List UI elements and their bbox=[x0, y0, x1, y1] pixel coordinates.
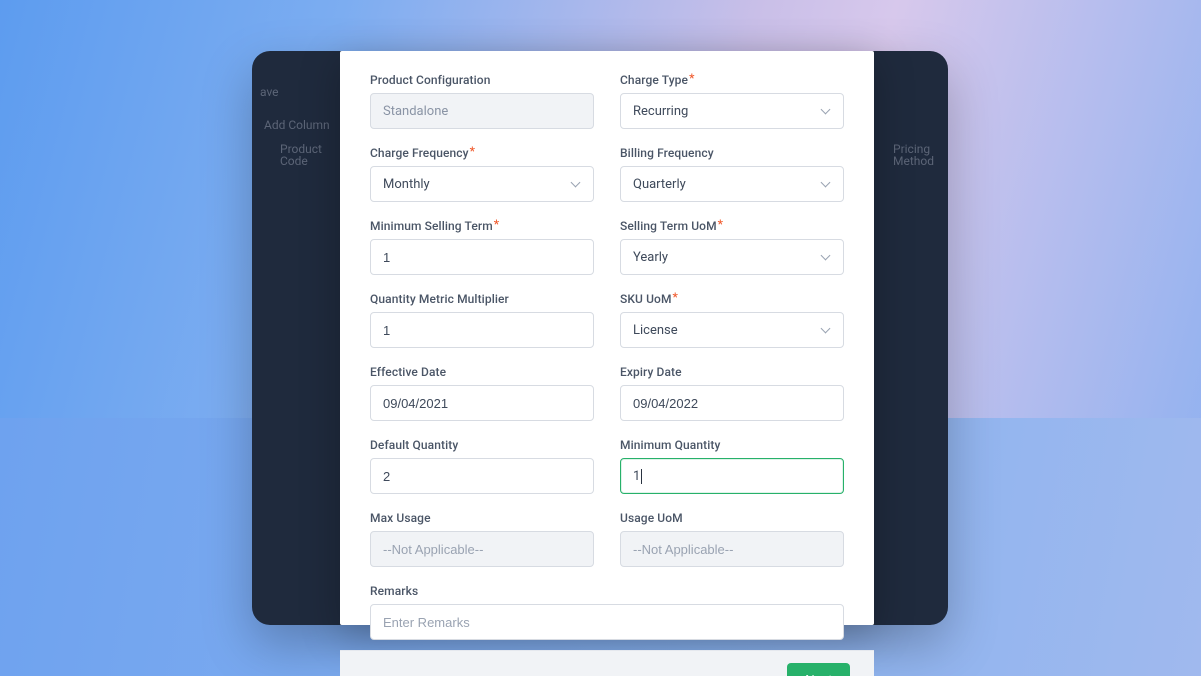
input-max-usage bbox=[370, 531, 594, 567]
label-qty-metric-multiplier: Quantity Metric Multiplier bbox=[370, 292, 594, 306]
label-product-configuration: Product Configuration bbox=[370, 73, 594, 87]
value-remarks[interactable] bbox=[383, 615, 831, 630]
label-charge-frequency: Charge Frequency* bbox=[370, 146, 594, 160]
field-qty-metric-multiplier: Quantity Metric Multiplier bbox=[370, 292, 594, 348]
field-remarks: Remarks bbox=[370, 584, 844, 640]
value-charge-frequency: Monthly bbox=[383, 177, 430, 192]
value-qty-metric-multiplier[interactable] bbox=[383, 323, 581, 338]
field-effective-date: Effective Date bbox=[370, 365, 594, 421]
next-button[interactable]: Next bbox=[787, 663, 850, 676]
label-effective-date: Effective Date bbox=[370, 365, 594, 379]
value-product-configuration: Standalone bbox=[383, 104, 448, 119]
text-caret bbox=[641, 469, 642, 484]
input-qty-metric-multiplier[interactable] bbox=[370, 312, 594, 348]
chevron-down-icon bbox=[821, 106, 831, 116]
label-remarks: Remarks bbox=[370, 584, 844, 598]
chevron-down-icon bbox=[571, 179, 581, 189]
input-default-quantity[interactable] bbox=[370, 458, 594, 494]
product-form-modal: Product Configuration Standalone Charge … bbox=[340, 51, 874, 625]
select-billing-frequency[interactable]: Quarterly bbox=[620, 166, 844, 202]
label-expiry-date: Expiry Date bbox=[620, 365, 844, 379]
select-charge-frequency[interactable]: Monthly bbox=[370, 166, 594, 202]
field-default-quantity: Default Quantity bbox=[370, 438, 594, 494]
value-default-quantity[interactable] bbox=[383, 469, 581, 484]
field-billing-frequency: Billing Frequency Quarterly bbox=[620, 146, 844, 202]
chevron-down-icon bbox=[821, 252, 831, 262]
chevron-down-icon bbox=[821, 325, 831, 335]
label-sku-uom: SKU UoM* bbox=[620, 292, 844, 306]
input-minimum-quantity[interactable]: 1 bbox=[620, 458, 844, 494]
label-charge-type: Charge Type* bbox=[620, 73, 844, 87]
field-max-usage: Max Usage bbox=[370, 511, 594, 567]
bg-add-column[interactable]: Add Column bbox=[264, 118, 330, 132]
input-product-configuration: Standalone bbox=[370, 93, 594, 129]
select-charge-type[interactable]: Recurring bbox=[620, 93, 844, 129]
bg-col-pricing-method: Pricing Method bbox=[893, 143, 934, 167]
select-selling-term-uom[interactable]: Yearly bbox=[620, 239, 844, 275]
value-max-usage bbox=[383, 542, 581, 557]
field-charge-frequency: Charge Frequency* Monthly bbox=[370, 146, 594, 202]
select-usage-uom bbox=[620, 531, 844, 567]
value-charge-type: Recurring bbox=[633, 104, 688, 119]
field-product-configuration: Product Configuration Standalone bbox=[370, 73, 594, 129]
label-default-quantity: Default Quantity bbox=[370, 438, 594, 452]
value-selling-term-uom: Yearly bbox=[633, 250, 668, 265]
value-expiry-date[interactable] bbox=[633, 396, 831, 411]
field-expiry-date: Expiry Date bbox=[620, 365, 844, 421]
field-minimum-quantity: Minimum Quantity 1 bbox=[620, 438, 844, 494]
input-min-selling-term[interactable] bbox=[370, 239, 594, 275]
field-sku-uom: SKU UoM* License bbox=[620, 292, 844, 348]
value-min-selling-term[interactable] bbox=[383, 250, 581, 265]
input-effective-date[interactable] bbox=[370, 385, 594, 421]
label-usage-uom: Usage UoM bbox=[620, 511, 844, 525]
field-usage-uom: Usage UoM bbox=[620, 511, 844, 567]
value-sku-uom: License bbox=[633, 323, 678, 338]
bg-col-product-code: Product Code bbox=[280, 143, 322, 167]
value-minimum-quantity: 1 bbox=[633, 469, 640, 484]
input-remarks[interactable] bbox=[370, 604, 844, 640]
value-effective-date[interactable] bbox=[383, 396, 581, 411]
label-selling-term-uom: Selling Term UoM* bbox=[620, 219, 844, 233]
field-charge-type: Charge Type* Recurring bbox=[620, 73, 844, 129]
value-usage-uom bbox=[633, 542, 831, 557]
field-min-selling-term: Minimum Selling Term* bbox=[370, 219, 594, 275]
chevron-down-icon bbox=[821, 179, 831, 189]
bg-save-hint: ave bbox=[260, 85, 279, 99]
label-minimum-quantity: Minimum Quantity bbox=[620, 438, 844, 452]
field-selling-term-uom: Selling Term UoM* Yearly bbox=[620, 219, 844, 275]
value-billing-frequency: Quarterly bbox=[633, 177, 686, 192]
input-expiry-date[interactable] bbox=[620, 385, 844, 421]
modal-footer: Next bbox=[340, 650, 874, 676]
label-max-usage: Max Usage bbox=[370, 511, 594, 525]
label-billing-frequency: Billing Frequency bbox=[620, 146, 844, 160]
select-sku-uom[interactable]: License bbox=[620, 312, 844, 348]
label-min-selling-term: Minimum Selling Term* bbox=[370, 219, 594, 233]
